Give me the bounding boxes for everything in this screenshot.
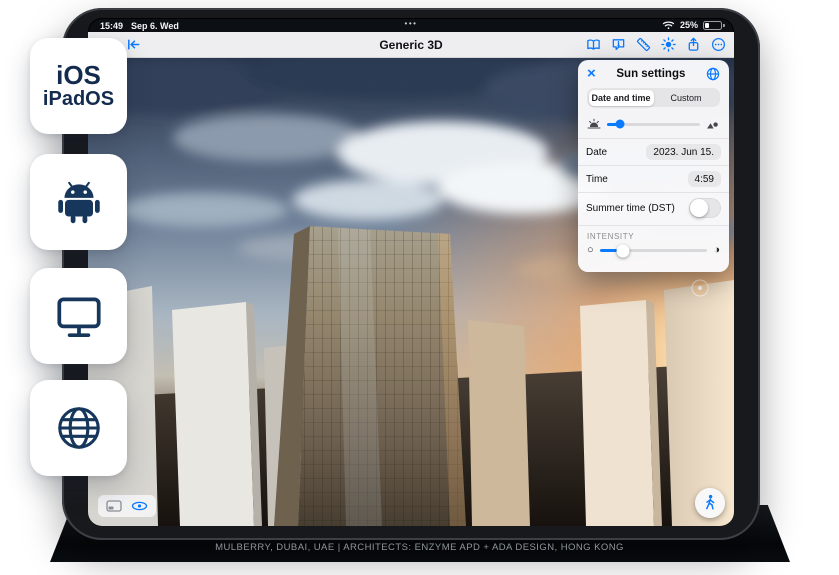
sunrise-icon [587, 118, 601, 130]
status-left: 15:49 Sep 6. Wed [100, 21, 179, 31]
globe-location-icon[interactable] [706, 67, 720, 81]
intensity-min-icon: ○ [587, 245, 594, 256]
sun-settings-panel: × Sun settings Date and time Custom [578, 60, 729, 272]
ipad-screen: 15:49 Sep 6. Wed ••• 25% [88, 18, 734, 526]
date-value-button[interactable]: 2023. Jun 15. [646, 144, 721, 160]
view-controls-pill[interactable] [98, 495, 156, 517]
sun-settings-button[interactable] [660, 37, 676, 53]
open-book-icon [586, 37, 601, 52]
battery-icon [703, 21, 722, 30]
walking-person-icon [702, 494, 718, 512]
message-bubble-icon [611, 37, 626, 52]
close-icon[interactable]: × [587, 66, 596, 81]
ios-label: iOS [56, 61, 101, 89]
dst-label: Summer time (DST) [586, 203, 675, 214]
status-right: 25% [662, 20, 722, 30]
sun-mode-segmented-control: Date and time Custom [587, 88, 720, 107]
time-row: Time 4:59 [578, 165, 729, 192]
date-label: Date [586, 147, 607, 158]
orbit-view-icon [131, 500, 148, 512]
multitask-dots: ••• [405, 19, 418, 28]
intensity-slider-row: ○ ◑ [578, 243, 729, 264]
sun-settings-title: Sun settings [616, 68, 685, 80]
ellipsis-circle-icon [711, 37, 726, 52]
globe-icon [51, 400, 107, 456]
sun-settings-header: × Sun settings [578, 60, 729, 86]
messages-button[interactable] [610, 37, 626, 53]
measure-tool-button[interactable] [635, 37, 651, 53]
status-date: Sep 6. Wed [131, 21, 179, 31]
status-bar: 15:49 Sep 6. Wed ••• 25% [88, 18, 734, 32]
intensity-slider-knob[interactable] [617, 244, 630, 257]
wifi-icon [662, 20, 675, 30]
back-arrow-icon [126, 37, 141, 52]
share-button[interactable] [685, 37, 701, 53]
daytime-slider-row [578, 114, 729, 138]
intensity-section-label: INTENSITY [578, 225, 729, 243]
toolbar-right [585, 32, 726, 57]
intensity-slider[interactable] [600, 249, 708, 252]
time-label: Time [586, 174, 608, 185]
dst-toggle[interactable] [689, 198, 721, 218]
sun-icon [661, 37, 676, 52]
project-caption: MULBERRY, DUBAI, UAE | ARCHITECTS: ENZYM… [0, 542, 839, 553]
minimap-icon [106, 500, 122, 512]
back-button[interactable] [125, 37, 141, 53]
intensity-max-icon: ◑ [713, 245, 720, 256]
platform-card-web [30, 380, 127, 476]
battery-percent: 25% [680, 20, 698, 30]
daytime-slider[interactable] [607, 123, 700, 126]
app-toolbar: Generic 3D [88, 32, 734, 58]
platform-card-desktop [30, 268, 127, 364]
bookmarks-button[interactable] [585, 37, 601, 53]
ipados-label: iPadOS [43, 89, 114, 111]
more-button[interactable] [710, 37, 726, 53]
date-row: Date 2023. Jun 15. [578, 138, 729, 165]
desktop-monitor-icon [51, 288, 107, 344]
platform-card-ios: iOS iPadOS [30, 38, 127, 134]
ipad-device: 15:49 Sep 6. Wed ••• 25% [62, 8, 760, 540]
walk-mode-button[interactable] [695, 488, 725, 518]
tower-building [274, 226, 466, 526]
sun-position-marker[interactable] [692, 280, 708, 296]
marketing-stage: MULBERRY, DUBAI, UAE | ARCHITECTS: ENZYM… [0, 0, 839, 575]
daytime-slider-knob[interactable] [616, 120, 625, 129]
tab-custom[interactable]: Custom [654, 90, 719, 106]
status-time: 15:49 [100, 21, 123, 31]
share-icon [686, 37, 701, 52]
platform-card-android [30, 154, 127, 250]
time-value-button[interactable]: 4:59 [688, 171, 721, 187]
android-robot-icon [51, 174, 107, 230]
ruler-icon [636, 37, 651, 52]
dst-row: Summer time (DST) [578, 192, 729, 223]
sunset-icon [706, 118, 720, 130]
tab-date-and-time[interactable]: Date and time [589, 90, 654, 106]
